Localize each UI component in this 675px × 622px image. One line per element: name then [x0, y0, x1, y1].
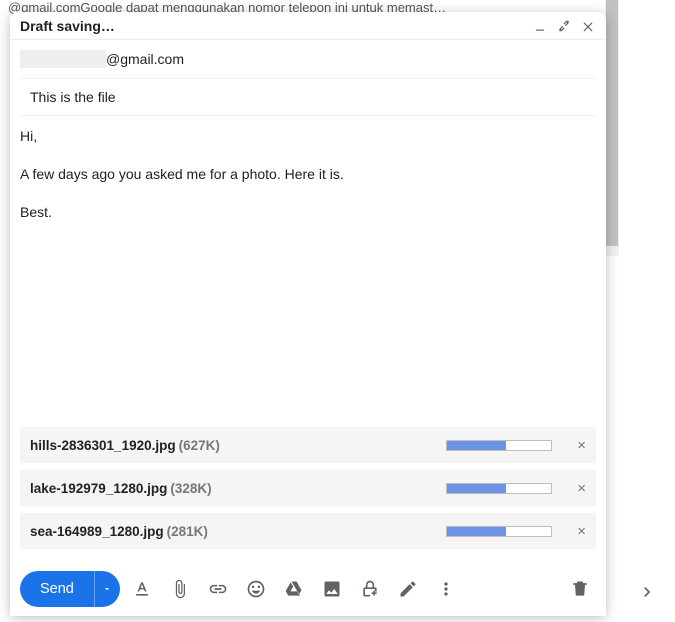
chevron-right-icon[interactable]: [637, 582, 657, 602]
upload-progress: [446, 440, 552, 451]
compose-window: Draft saving… @gmail.com This is the fil…: [10, 12, 606, 616]
drive-icon[interactable]: [278, 573, 310, 605]
recipients-field[interactable]: @gmail.com: [10, 40, 606, 78]
upload-progress: [446, 526, 552, 537]
image-icon[interactable]: [316, 573, 348, 605]
send-button-group: Send: [20, 571, 120, 607]
compose-title: Draft saving…: [20, 18, 115, 34]
minimize-icon[interactable]: [532, 18, 548, 34]
attachment-name: sea-164989_1280.jpg: [30, 524, 164, 539]
remove-attachment-icon[interactable]: ×: [577, 438, 586, 453]
attach-icon[interactable]: [164, 573, 196, 605]
close-icon[interactable]: [580, 18, 596, 34]
body-line: Hi,: [20, 128, 596, 144]
subject-text: This is the file: [30, 89, 116, 105]
attachment-row[interactable]: hills-2836301_1920.jpg (627K) ×: [20, 427, 596, 463]
recipient-suffix: @gmail.com: [106, 51, 184, 67]
upload-progress-fill: [447, 441, 506, 450]
attachment-row[interactable]: lake-192979_1280.jpg (328K) ×: [20, 470, 596, 506]
body-line: Best.: [20, 204, 596, 220]
subject-field[interactable]: This is the file: [20, 78, 596, 116]
signature-icon[interactable]: [392, 573, 424, 605]
fullscreen-icon[interactable]: [556, 18, 572, 34]
scrollbar-track[interactable]: [605, 0, 619, 256]
bg-left-text: @gmail.comGoogle dapat menggunakan nomor…: [8, 0, 446, 12]
remove-attachment-icon[interactable]: ×: [577, 524, 586, 539]
attachment-size: (328K): [170, 481, 211, 496]
remove-attachment-icon[interactable]: ×: [577, 481, 586, 496]
window-controls: [532, 18, 596, 34]
scrollbar-thumb[interactable]: [606, 0, 618, 246]
upload-progress: [446, 483, 552, 494]
compose-header: Draft saving…: [10, 12, 606, 40]
link-icon[interactable]: [202, 573, 234, 605]
attachment-row[interactable]: sea-164989_1280.jpg (281K) ×: [20, 513, 596, 549]
side-panel: [619, 0, 675, 622]
attachments-list: hills-2836301_1920.jpg (627K) × lake-192…: [10, 427, 606, 562]
attachment-size: (627K): [179, 438, 220, 453]
upload-progress-fill: [447, 484, 506, 493]
send-options-button[interactable]: [94, 571, 120, 607]
message-body[interactable]: Hi, A few days ago you asked me for a ph…: [10, 116, 606, 427]
formatting-icon[interactable]: [126, 573, 158, 605]
body-line: A few days ago you asked me for a photo.…: [20, 166, 596, 182]
attachment-name: lake-192979_1280.jpg: [30, 481, 167, 496]
emoji-icon[interactable]: [240, 573, 272, 605]
confidential-icon[interactable]: [354, 573, 386, 605]
redacted-address-prefix: [20, 50, 106, 68]
compose-toolbar: Send: [10, 562, 606, 616]
send-button[interactable]: Send: [20, 571, 94, 607]
more-icon[interactable]: [430, 573, 462, 605]
attachment-size: (281K): [167, 524, 208, 539]
upload-progress-fill: [447, 527, 506, 536]
attachment-name: hills-2836301_1920.jpg: [30, 438, 176, 453]
background-mail-row: @gmail.comGoogle dapat menggunakan nomor…: [0, 0, 675, 12]
discard-icon[interactable]: [564, 573, 596, 605]
